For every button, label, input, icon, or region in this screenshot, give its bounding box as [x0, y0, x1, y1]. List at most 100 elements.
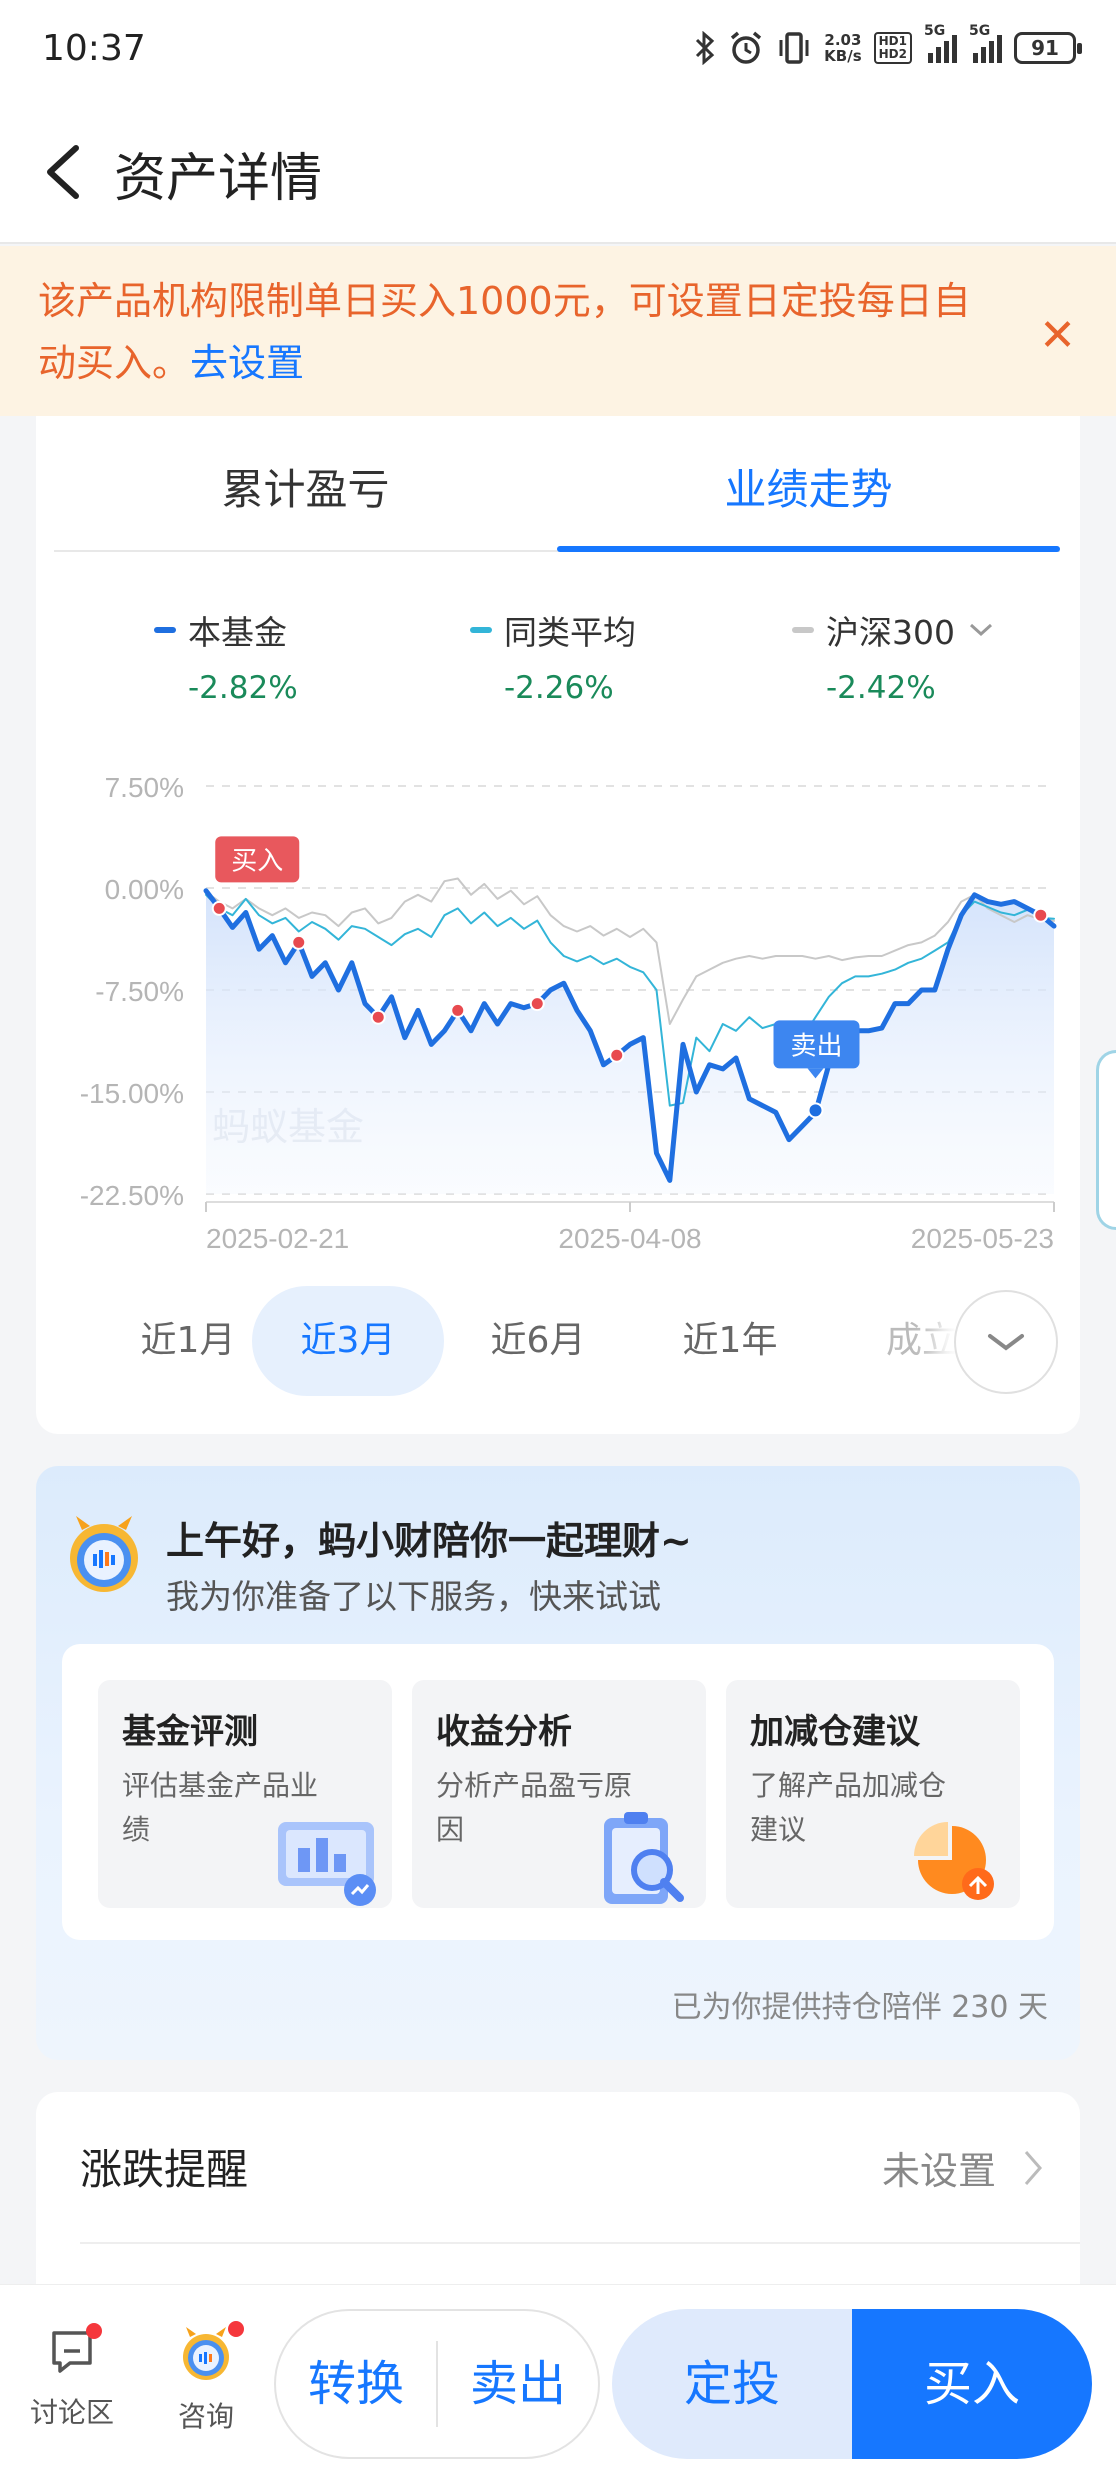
status-time: 10:37 [42, 28, 146, 69]
hd-badge: HD1 HD2 [873, 32, 912, 64]
tab-cumulative-pnl[interactable]: 累计盈亏 [54, 456, 557, 517]
assistant-card: 上午好，蚂小财陪你一起理财~ 我为你准备了以下服务，快来试试 基金评测 评估基金… [36, 1466, 1080, 2060]
sim2-label: 5G [969, 23, 991, 39]
signal-icon: 5G [924, 23, 957, 63]
service-panel: 基金评测 评估基金产品业绩 收益分析 分析产品盈亏原因 加减仓建议 了解产品加减… [62, 1644, 1054, 1940]
convert-button[interactable]: 转换 [276, 2311, 436, 2457]
consult-label: 咨询 [177, 2400, 234, 2433]
buy-marker[interactable] [370, 1009, 386, 1025]
discuss-label: 讨论区 [29, 2396, 114, 2429]
legend-swatch-peer-avg [470, 627, 492, 633]
net-speed: 2.03 KB/s [824, 32, 861, 64]
buy-marker[interactable] [211, 900, 227, 916]
x-tick-label: 2025-05-23 [911, 1223, 1054, 1254]
notification-dot [228, 2321, 244, 2337]
battery-icon: 91 [1014, 32, 1082, 64]
vibrate-icon [779, 32, 809, 64]
x-tick-label: 2025-02-21 [206, 1223, 349, 1254]
hd2-label: HD2 [878, 47, 907, 61]
consult-button[interactable]: 咨询 [156, 2321, 256, 2435]
y-tick-label: 0.00% [105, 874, 184, 905]
chart-legend: 本基金 -2.82% 同类平均 -2.26% 沪深300 -2.42% [36, 606, 1080, 716]
price-alert-status: 未设置 [881, 2149, 996, 2193]
service-title: 收益分析 [436, 1712, 572, 1752]
bar-chart-monitor-icon [278, 1822, 376, 1906]
back-arrow-icon[interactable] [40, 144, 90, 200]
performance-chart: 7.50% 0.00% -7.50% -15.00% -22.50% 2025-02-21… [80, 772, 1057, 1254]
legend-swatch-csi300 [792, 627, 814, 633]
buy-marker[interactable] [1033, 907, 1049, 923]
auto-invest-button[interactable]: 定投 [612, 2309, 852, 2459]
legend-item-peer-avg: 同类平均 -2.26% [470, 606, 636, 706]
sell-button[interactable]: 卖出 [438, 2311, 598, 2457]
notice-setup-link[interactable]: 去设置 [190, 341, 304, 385]
legend-item-fund: 本基金 -2.82% [154, 606, 298, 706]
service-return-analysis[interactable]: 收益分析 分析产品盈亏原因 [412, 1680, 706, 1908]
buy-tag-label: 买入 [231, 846, 283, 876]
service-position-advice[interactable]: 加减仓建议 了解产品加减仓建议 [726, 1680, 1020, 1908]
pie-upload-icon [914, 1822, 994, 1900]
side-float-tab[interactable] [1096, 1050, 1116, 1230]
companion-days: 已为你提供持仓陪伴 230 天 [671, 1990, 1048, 2025]
tab-bar: 累计盈亏 业绩走势 [54, 416, 1060, 552]
alarm-icon [731, 31, 762, 64]
close-icon[interactable]: ✕ [1039, 310, 1076, 361]
bluetooth-icon [696, 31, 715, 65]
buy-marker[interactable] [450, 1002, 466, 1018]
sim1-label: 5G [924, 23, 946, 39]
assistant-greeting: 上午好，蚂小财陪你一起理财~ [166, 1519, 692, 1563]
legend-item-csi300[interactable]: 沪深300 -2.42% [792, 606, 994, 706]
notification-dot [86, 2323, 102, 2339]
chevron-down-icon[interactable] [968, 621, 994, 639]
sell-tag-label: 卖出 [790, 1031, 842, 1061]
notice-text-block: 该产品机构限制单日买入1000元，可设置日定投每日自动买入。去设置 [38, 270, 998, 394]
sell-tag-pointer [807, 1068, 824, 1079]
legend-name-peer-avg: 同类平均 [504, 613, 636, 652]
service-fund-evaluation[interactable]: 基金评测 评估基金产品业绩 [98, 1680, 392, 1908]
x-tick-label: 2025-04-08 [558, 1223, 701, 1254]
buy-button[interactable]: 买入 [852, 2309, 1092, 2459]
buy-marker[interactable] [291, 934, 307, 950]
buy-marker[interactable] [529, 996, 545, 1012]
buy-marker[interactable] [609, 1047, 625, 1063]
battery-level: 91 [1031, 36, 1059, 60]
price-alert-title: 涨跌提醒 [80, 2145, 249, 2194]
notice-text: 该产品机构限制单日买入1000元，可设置日定投每日自动买入。 [38, 279, 971, 385]
legend-value-fund: -2.82% [188, 670, 298, 706]
signal-icon-2: 5G [969, 23, 1002, 63]
tab-performance-trend[interactable]: 业绩走势 [557, 456, 1060, 517]
hd1-label: HD1 [878, 34, 907, 48]
legend-swatch-fund [154, 627, 176, 633]
performance-card: 累计盈亏 业绩走势 本基金 -2.82% 同类平均 -2.26% 沪深300 -… [36, 416, 1080, 1434]
discuss-button[interactable]: 讨论区 [22, 2323, 122, 2431]
status-icons: 2.03 KB/s HD1 HD2 5G 5G 91 [694, 23, 1082, 70]
period-6m[interactable]: 近6月 [442, 1286, 634, 1396]
sell-marker[interactable] [807, 1102, 824, 1119]
legend-name-fund: 本基金 [188, 613, 287, 652]
period-1y[interactable]: 近1年 [634, 1286, 826, 1396]
status-bar: 10:37 2.03 KB/s HD1 HD2 5G 5G 91 [0, 0, 1116, 100]
header: 资产详情 [0, 100, 1116, 244]
service-title: 加减仓建议 [750, 1712, 920, 1752]
more-periods-button[interactable] [954, 1290, 1058, 1394]
tab-indicator [557, 546, 1060, 552]
period-selector: 近1月 近3月 近6月 近1年 成立 [36, 1286, 1080, 1396]
chevron-right-icon [1024, 2151, 1042, 2185]
legend-value-peer-avg: -2.26% [504, 670, 614, 706]
service-title: 基金评测 [122, 1712, 258, 1752]
period-3m[interactable]: 近3月 [252, 1286, 444, 1396]
page-title: 资产详情 [114, 149, 323, 209]
clipboard-magnifier-icon [604, 1812, 684, 1904]
notice-banner: 该产品机构限制单日买入1000元，可设置日定投每日自动买入。去设置 ✕ [0, 246, 1116, 416]
legend-name-csi300: 沪深300 [826, 613, 955, 652]
mascot-icon [183, 2327, 229, 2380]
assistant-subtitle: 我为你准备了以下服务，快来试试 [166, 1577, 661, 1616]
y-tick-label: -7.50% [95, 976, 184, 1007]
legend-value-csi300: -2.42% [826, 670, 936, 706]
convert-sell-group: 转换 卖出 [274, 2309, 600, 2459]
net-speed-unit: KB/s [824, 47, 862, 65]
bottom-action-bar: 讨论区 咨询 转换 卖出 定投 买入 [0, 2284, 1116, 2480]
y-tick-label: -15.00% [80, 1078, 184, 1109]
chevron-down-icon [988, 1334, 1024, 1351]
mascot-icon [70, 1516, 138, 1592]
